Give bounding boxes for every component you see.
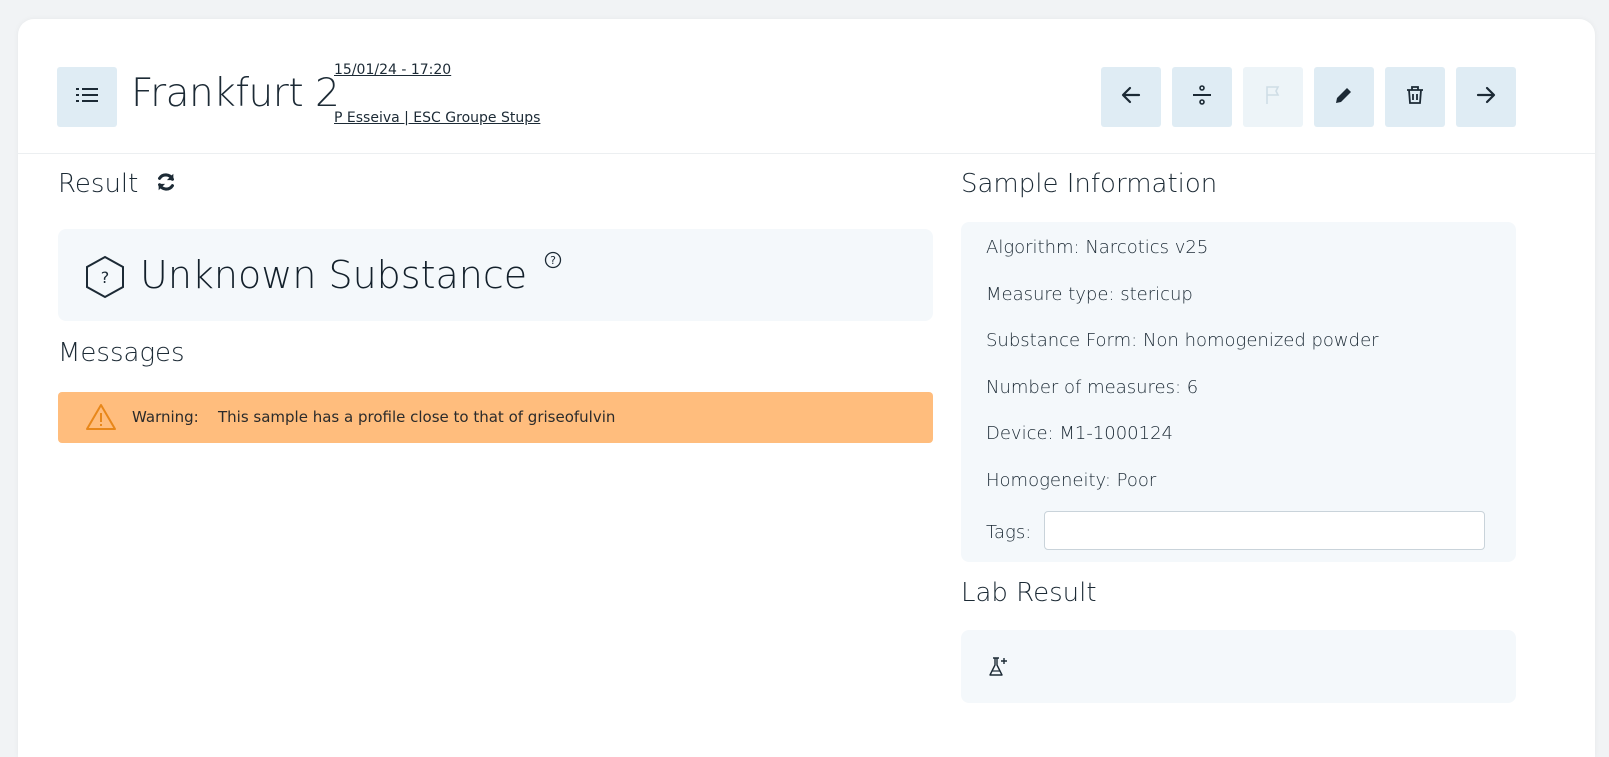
- result-heading: Result: [58, 169, 177, 200]
- sample-info-heading: Sample Information: [961, 169, 1218, 199]
- tags-input[interactable]: [1044, 511, 1485, 550]
- help-icon[interactable]: ?: [544, 251, 562, 273]
- menu-button[interactable]: [57, 67, 117, 127]
- arrow-right-icon: [1474, 83, 1498, 111]
- tags-label: Tags:: [986, 522, 1032, 543]
- device-row: Device: M1-1000124: [986, 423, 1173, 444]
- list-icon: [76, 86, 98, 108]
- flag-icon: [1261, 83, 1285, 111]
- svg-text:?: ?: [101, 268, 110, 287]
- algorithm-row: Algorithm: Narcotics v25: [986, 237, 1209, 258]
- sample-info-panel: Algorithm: Narcotics v25 Measure type: s…: [961, 222, 1516, 562]
- result-box: ? Unknown Substance ?: [58, 229, 933, 321]
- next-button[interactable]: [1456, 67, 1516, 127]
- number-of-measures-row: Number of measures: 6: [986, 377, 1199, 398]
- warning-icon: [85, 403, 117, 435]
- substance-form-row: Substance Form: Non homogenized powder: [986, 330, 1379, 351]
- measure-type-row: Measure type: stericup: [986, 284, 1193, 305]
- flag-button[interactable]: [1243, 67, 1303, 127]
- edit-button[interactable]: [1314, 67, 1374, 127]
- result-heading-text: Result: [58, 169, 139, 199]
- previous-button[interactable]: [1101, 67, 1161, 127]
- lab-result-panel: [961, 630, 1516, 703]
- delete-button[interactable]: [1385, 67, 1445, 127]
- substance-name: Unknown Substance: [140, 253, 528, 297]
- add-lab-result-icon[interactable]: [986, 655, 1010, 683]
- trash-icon: [1403, 83, 1427, 111]
- warning-label: Warning:: [132, 408, 199, 426]
- arrow-left-icon: [1119, 83, 1143, 111]
- warning-text: This sample has a profile close to that …: [218, 408, 616, 426]
- header: Frankfurt 2 15/01/24 - 17:20 P Esseiva |…: [18, 19, 1595, 154]
- user-link[interactable]: P Esseiva | ESC Groupe Stups: [334, 110, 540, 126]
- unknown-substance-icon: ?: [83, 254, 127, 304]
- lab-result-heading: Lab Result: [961, 578, 1097, 608]
- messages-heading: Messages: [58, 338, 185, 368]
- pencil-icon: [1332, 83, 1356, 111]
- refresh-icon[interactable]: [155, 170, 177, 200]
- divide-icon: [1190, 83, 1214, 111]
- sample-card: Frankfurt 2 15/01/24 - 17:20 P Esseiva |…: [18, 19, 1595, 757]
- homogeneity-row: Homogeneity: Poor: [986, 470, 1157, 491]
- sample-date-link[interactable]: 15/01/24 - 17:20: [334, 62, 451, 78]
- svg-text:?: ?: [550, 254, 556, 267]
- warning-message: Warning: This sample has a profile close…: [58, 392, 933, 443]
- page-title: Frankfurt 2: [131, 71, 340, 116]
- divide-button[interactable]: [1172, 67, 1232, 127]
